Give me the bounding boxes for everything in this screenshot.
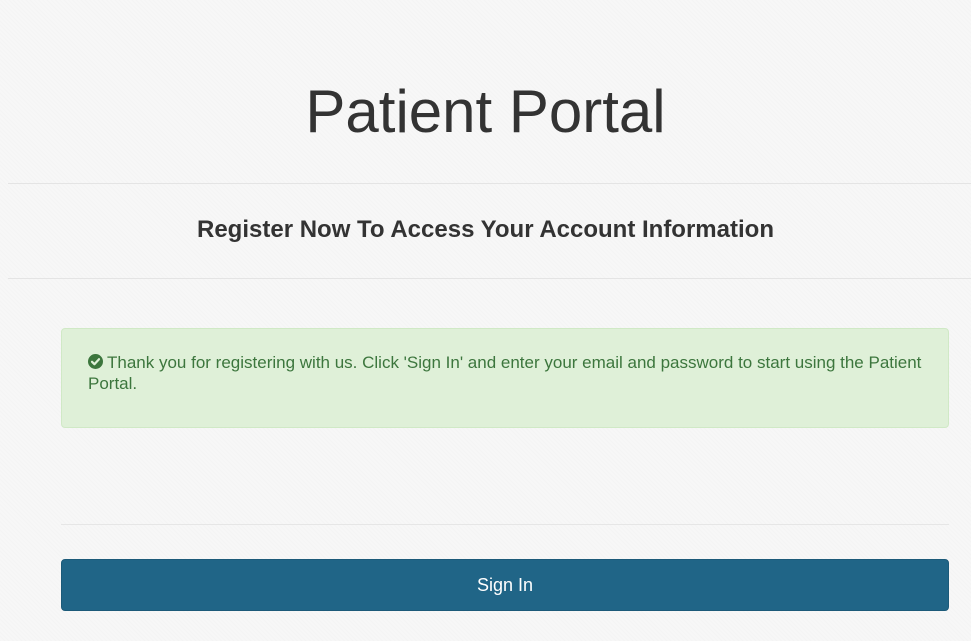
form-divider bbox=[61, 524, 949, 525]
page-subtitle: Register Now To Access Your Account Info… bbox=[197, 216, 774, 243]
success-alert: Thank you for registering with us. Click… bbox=[61, 328, 949, 428]
success-alert-message: Thank you for registering with us. Click… bbox=[88, 353, 922, 393]
check-circle-icon bbox=[88, 354, 103, 369]
header-divider bbox=[8, 183, 971, 184]
sign-in-button[interactable]: Sign In bbox=[61, 559, 949, 611]
page-title: Patient Portal bbox=[305, 78, 666, 145]
subtitle-divider bbox=[8, 278, 971, 279]
registration-confirmation-page: Patient Portal Register Now To Access Yo… bbox=[0, 0, 971, 641]
